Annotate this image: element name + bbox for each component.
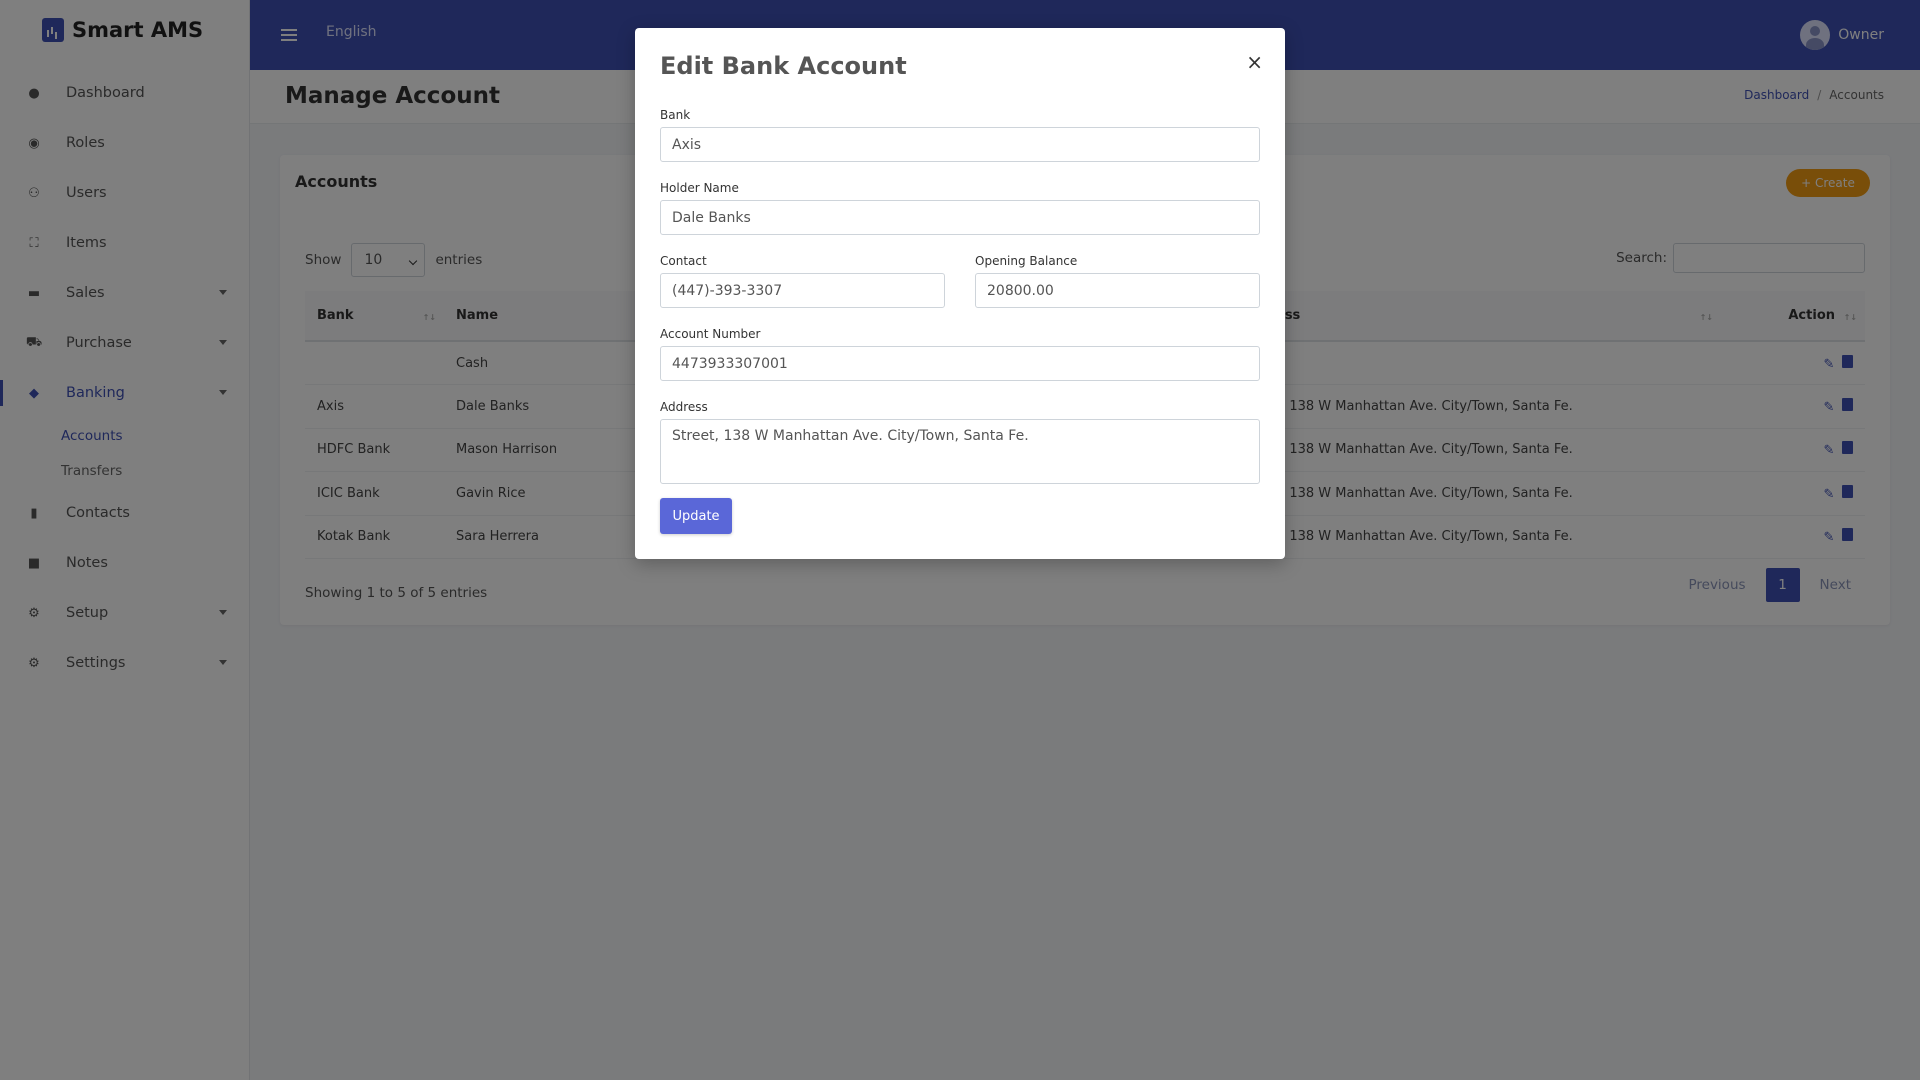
contact-label: Contact xyxy=(660,254,707,268)
bank-field[interactable]: Axis xyxy=(660,127,1260,162)
account-number-label: Account Number xyxy=(660,327,761,341)
close-icon[interactable]: × xyxy=(1246,50,1263,74)
contact-field[interactable]: (447)-393-3307 xyxy=(660,273,945,308)
update-button[interactable]: Update xyxy=(660,498,732,534)
opening-balance-field[interactable]: 20800.00 xyxy=(975,273,1260,308)
address-textarea[interactable]: Street, 138 W Manhattan Ave. City/Town, … xyxy=(660,419,1260,484)
opening-balance-label: Opening Balance xyxy=(975,254,1078,268)
address-label: Address xyxy=(660,400,708,414)
holder-name-field[interactable]: Dale Banks xyxy=(660,200,1260,235)
bank-label: Bank xyxy=(660,108,691,122)
account-number-field[interactable]: 4473933307001 xyxy=(660,346,1260,381)
holder-name-label: Holder Name xyxy=(660,181,739,195)
modal-title: Edit Bank Account xyxy=(660,52,907,80)
edit-bank-account-modal: Edit Bank Account × Bank Axis Holder Nam… xyxy=(635,28,1285,559)
